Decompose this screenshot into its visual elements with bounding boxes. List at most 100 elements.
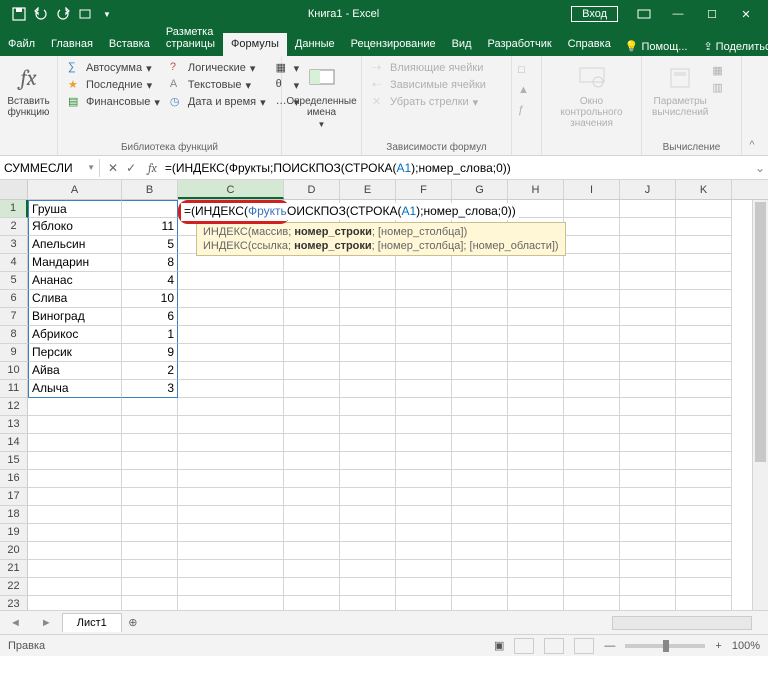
tab-review[interactable]: Рецензирование — [343, 33, 444, 56]
cell[interactable] — [564, 344, 620, 362]
cell[interactable] — [508, 524, 564, 542]
cell[interactable] — [122, 506, 178, 524]
expand-formula-bar-icon[interactable]: ⌄ — [752, 161, 768, 175]
cell[interactable] — [396, 452, 452, 470]
cell[interactable] — [340, 578, 396, 596]
cell[interactable] — [396, 506, 452, 524]
row-header[interactable]: 16 — [0, 470, 28, 488]
cell[interactable] — [508, 560, 564, 578]
chevron-down-icon[interactable]: ▼ — [87, 163, 95, 172]
sheet-nav-next-icon[interactable]: ► — [31, 617, 62, 629]
cell[interactable] — [340, 290, 396, 308]
cell[interactable] — [508, 434, 564, 452]
cell[interactable] — [396, 272, 452, 290]
cell[interactable] — [284, 362, 340, 380]
row-header[interactable]: 3 — [0, 236, 28, 254]
cell[interactable] — [396, 524, 452, 542]
row-header[interactable]: 9 — [0, 344, 28, 362]
cell[interactable] — [452, 272, 508, 290]
tab-developer[interactable]: Разработчик — [480, 33, 560, 56]
cell[interactable] — [676, 416, 732, 434]
cell[interactable] — [122, 488, 178, 506]
cell[interactable] — [508, 416, 564, 434]
row-header[interactable]: 22 — [0, 578, 28, 596]
row-header[interactable]: 13 — [0, 416, 28, 434]
row-header[interactable]: 17 — [0, 488, 28, 506]
cell[interactable] — [396, 470, 452, 488]
cell[interactable] — [676, 524, 732, 542]
cell[interactable] — [564, 398, 620, 416]
cell[interactable] — [676, 560, 732, 578]
row-header[interactable]: 6 — [0, 290, 28, 308]
cell[interactable] — [564, 560, 620, 578]
autosum-button[interactable]: ∑Автосумма ▾ — [64, 60, 164, 76]
cell[interactable] — [340, 560, 396, 578]
undo-icon[interactable] — [32, 5, 50, 23]
cell[interactable] — [284, 506, 340, 524]
cell[interactable] — [122, 524, 178, 542]
cell[interactable] — [178, 272, 284, 290]
col-header-a[interactable]: A — [28, 180, 122, 199]
defined-names-button[interactable]: Определенные имена ▼ — [288, 60, 355, 131]
cell[interactable] — [340, 380, 396, 398]
cell[interactable] — [508, 398, 564, 416]
cell[interactable]: Виноград — [28, 308, 122, 326]
login-button[interactable]: Вход — [571, 6, 618, 22]
cell[interactable] — [28, 452, 122, 470]
col-header-i[interactable]: I — [564, 180, 620, 199]
cell[interactable] — [452, 344, 508, 362]
cell[interactable] — [676, 290, 732, 308]
tab-pagelayout[interactable]: Разметка страницы — [158, 21, 223, 56]
cell[interactable] — [676, 308, 732, 326]
cell[interactable] — [620, 254, 676, 272]
cell[interactable] — [676, 272, 732, 290]
cell[interactable] — [620, 344, 676, 362]
cell[interactable] — [620, 398, 676, 416]
row-header[interactable]: 1 — [0, 200, 28, 218]
select-all-corner[interactable] — [0, 180, 28, 199]
row-header[interactable]: 14 — [0, 434, 28, 452]
cell[interactable] — [122, 542, 178, 560]
cell[interactable] — [340, 272, 396, 290]
cell[interactable] — [28, 470, 122, 488]
row-header[interactable]: 21 — [0, 560, 28, 578]
cell[interactable] — [178, 542, 284, 560]
cell[interactable] — [178, 434, 284, 452]
cell[interactable] — [340, 488, 396, 506]
cell[interactable]: Яблоко — [28, 218, 122, 236]
cell[interactable] — [178, 290, 284, 308]
cell[interactable] — [676, 380, 732, 398]
cell[interactable] — [564, 524, 620, 542]
cell[interactable] — [452, 560, 508, 578]
cell[interactable] — [508, 470, 564, 488]
cell[interactable] — [564, 506, 620, 524]
cell[interactable] — [620, 236, 676, 254]
cell[interactable] — [508, 452, 564, 470]
cell[interactable] — [28, 542, 122, 560]
cell[interactable] — [564, 596, 620, 610]
cell[interactable] — [396, 308, 452, 326]
cell[interactable] — [452, 542, 508, 560]
cell[interactable] — [508, 344, 564, 362]
tab-formulas[interactable]: Формулы — [223, 33, 287, 56]
cell[interactable] — [564, 326, 620, 344]
row-header[interactable]: 7 — [0, 308, 28, 326]
cell[interactable] — [396, 578, 452, 596]
cell[interactable] — [564, 362, 620, 380]
cell[interactable] — [676, 488, 732, 506]
cell[interactable] — [620, 416, 676, 434]
row-header[interactable]: 5 — [0, 272, 28, 290]
tab-insert[interactable]: Вставка — [101, 33, 158, 56]
cell[interactable] — [28, 416, 122, 434]
cell[interactable] — [676, 506, 732, 524]
cell[interactable] — [508, 272, 564, 290]
touch-icon[interactable] — [76, 5, 94, 23]
cell[interactable] — [676, 344, 732, 362]
cell[interactable] — [340, 398, 396, 416]
name-box[interactable]: СУММЕСЛИ▼ — [0, 159, 100, 177]
cell[interactable] — [396, 416, 452, 434]
cell[interactable] — [564, 218, 620, 236]
cell[interactable] — [122, 596, 178, 610]
cell[interactable] — [676, 200, 732, 218]
cell[interactable]: Груша — [28, 200, 122, 218]
